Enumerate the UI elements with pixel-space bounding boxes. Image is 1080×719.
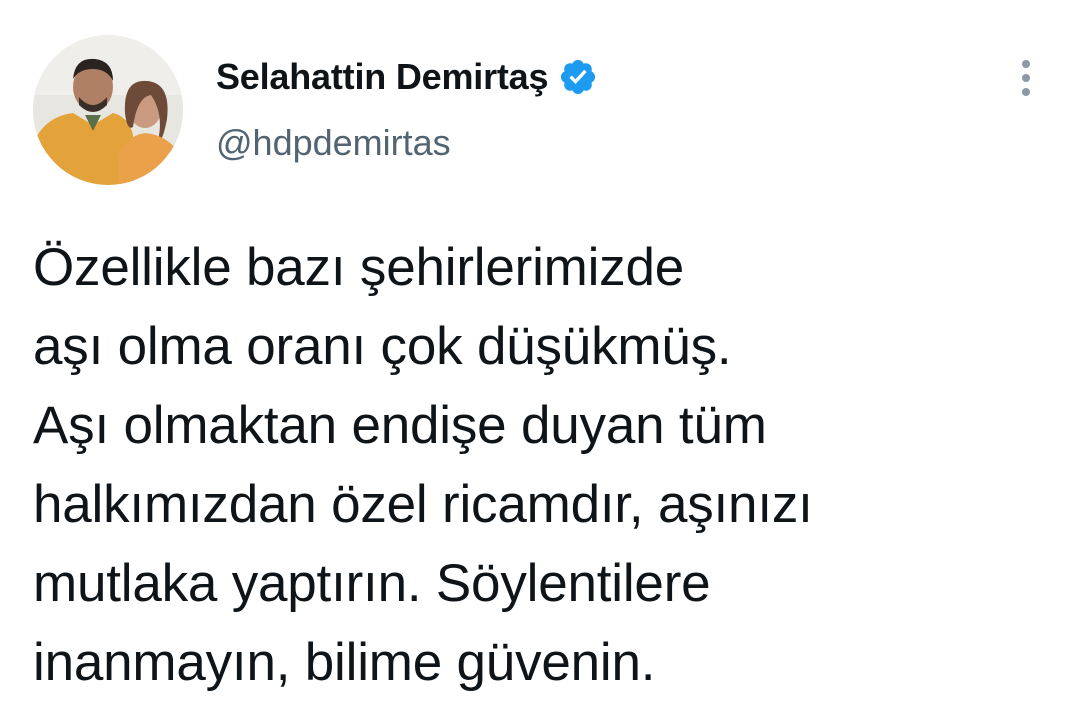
verified-badge-icon: [558, 57, 598, 97]
author-display-name[interactable]: Selahattin Demirtaş: [216, 56, 549, 98]
dot: [1022, 88, 1030, 96]
dot: [1022, 60, 1030, 68]
profile-photo-icon: [33, 35, 183, 185]
tweet-text: Özellikle bazı şehirlerimizde aşı olma o…: [33, 238, 813, 692]
author-name-row: Selahattin Demirtaş: [216, 52, 598, 102]
more-options-icon[interactable]: [1006, 56, 1046, 100]
dot: [1022, 74, 1030, 82]
author-handle[interactable]: @hdpdemirtas: [216, 122, 451, 164]
author-avatar[interactable]: [33, 35, 183, 185]
tweet-card: Selahattin Demirtaş @hdpdemirtas Özellik…: [0, 0, 1080, 719]
